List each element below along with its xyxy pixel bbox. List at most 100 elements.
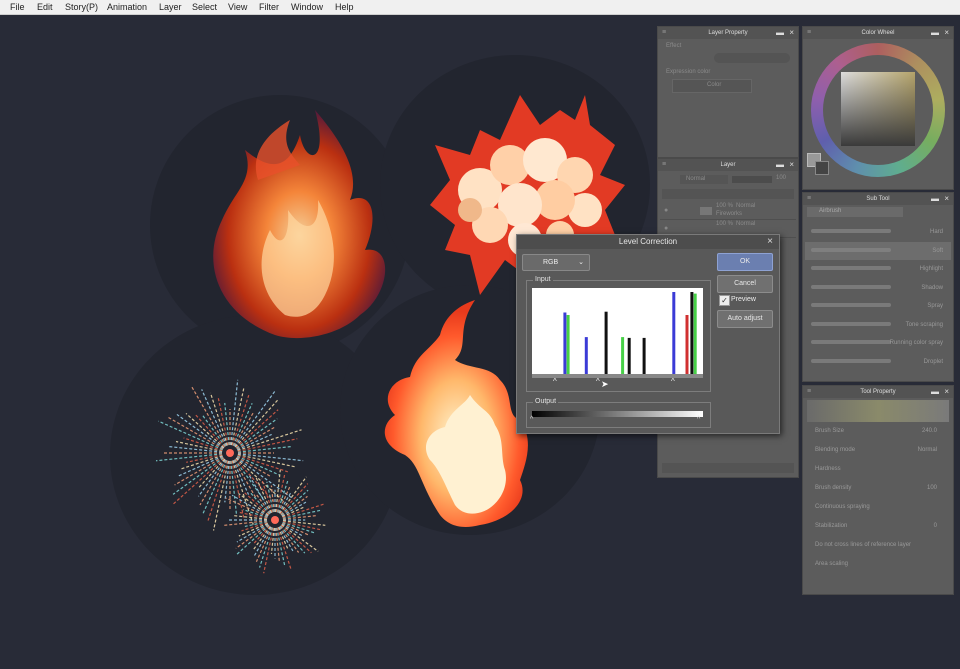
sub-tool-item[interactable]: Shadow (805, 279, 951, 297)
cancel-button[interactable]: Cancel (717, 275, 773, 293)
histogram-bar (621, 337, 625, 374)
expression-color-select[interactable]: Color (672, 79, 752, 93)
tool-property-row[interactable]: Brush Size 240.0 (805, 426, 951, 444)
preview-label: Preview (731, 296, 756, 303)
chevron-down-icon: ⌄ (578, 259, 584, 266)
histogram-bar (693, 293, 697, 374)
close-icon[interactable]: × (944, 27, 949, 39)
close-icon[interactable]: × (767, 235, 773, 249)
folder-icon (700, 207, 712, 215)
property-label: Hardness (815, 466, 841, 472)
tool-property-row[interactable]: Blending mode Normal (805, 445, 951, 463)
grip-icon[interactable]: ≡ (807, 193, 811, 205)
property-value: 100 (926, 485, 937, 491)
menu-filter[interactable]: Filter (259, 2, 279, 12)
fireworks-art (155, 379, 326, 574)
minimize-icon[interactable]: ▬ (931, 193, 939, 205)
minimize-icon[interactable]: ▬ (931, 27, 939, 39)
input-group: Input ^ ^ ^ ➤ (526, 276, 711, 392)
expression-color-label: Expression color (666, 69, 711, 75)
grip-icon[interactable]: ≡ (662, 159, 666, 171)
tool-property-row[interactable]: Brush density 100 (805, 483, 951, 501)
close-icon[interactable]: × (944, 386, 949, 398)
brush-stroke-icon (811, 229, 891, 233)
brush-stroke-icon (811, 358, 891, 363)
tool-property-row[interactable]: Hardness (805, 464, 951, 482)
brush-stroke-icon (811, 284, 891, 289)
property-label: Stabilization (815, 523, 848, 529)
layer-titlebar: ≡ Layer ▬ × (658, 159, 798, 171)
opacity-value: 100 (776, 175, 787, 181)
sub-color-swatch[interactable] (815, 161, 829, 175)
minimize-icon[interactable]: ▬ (931, 386, 939, 398)
layer-bottom-toolbar (662, 463, 794, 473)
grip-icon[interactable]: ≡ (807, 386, 811, 398)
channel-select[interactable]: RGB ⌄ (522, 254, 590, 271)
sub-tool-item[interactable]: Tone scraping (805, 316, 951, 334)
ok-button[interactable]: OK (717, 253, 773, 271)
output-white-handle-icon[interactable]: ^ (697, 416, 700, 423)
menu-story[interactable]: Story(P) (65, 2, 98, 12)
close-icon[interactable]: × (944, 193, 949, 205)
input-slider-track[interactable] (532, 374, 703, 378)
shadow-handle-icon[interactable]: ^ (553, 377, 557, 386)
menu-help[interactable]: Help (335, 2, 354, 12)
panel-title: Tool Property (860, 389, 896, 395)
saturation-square[interactable] (841, 72, 915, 146)
tool-property-row[interactable]: Do not cross lines of reference layer (805, 540, 951, 558)
grip-icon[interactable]: ≡ (807, 27, 811, 39)
histogram-bar (604, 311, 608, 374)
minimize-icon[interactable]: ▬ (776, 27, 784, 39)
histogram-bar (584, 337, 588, 374)
sub-tool-label: Spray (927, 303, 943, 309)
sub-tool-panel: ≡ Sub Tool ▬ × Airbrush Hard Soft Highligh… (802, 192, 954, 382)
tool-property-row[interactable]: Area scaling (805, 559, 951, 577)
brush-stroke-icon (811, 247, 891, 252)
histogram-bar (627, 337, 631, 374)
sub-tool-item[interactable]: Spray (805, 297, 951, 315)
menu-select[interactable]: Select (192, 2, 217, 12)
menu-animation[interactable]: Animation (107, 2, 147, 12)
grip-icon[interactable]: ≡ (662, 27, 666, 39)
midtone-handle-icon[interactable]: ^ (596, 377, 600, 386)
sub-tool-item[interactable]: Hard (805, 223, 951, 241)
sub-tool-label: Hard (929, 229, 943, 235)
preview-checkbox[interactable]: ✓ (719, 295, 730, 306)
brush-stroke-icon (811, 321, 891, 326)
dialog-title: Level Correction (618, 237, 678, 246)
layer-name: Fireworks (716, 211, 743, 217)
close-icon[interactable]: × (789, 27, 794, 39)
tool-property-row[interactable]: Stabilization 0 (805, 521, 951, 539)
sub-tool-item[interactable]: Soft (805, 241, 951, 260)
auto-adjust-button[interactable]: Auto adjust (717, 310, 773, 328)
close-icon[interactable]: × (789, 159, 794, 171)
minimize-icon[interactable]: ▬ (776, 159, 784, 171)
eye-icon[interactable]: ● (664, 225, 668, 232)
highlight-handle-icon[interactable]: ^ (671, 377, 675, 386)
layer-property-panel: ≡ Layer Property ▬ × Effect Expression c… (657, 26, 799, 158)
layer-row[interactable]: ● 100 % Normal Fireworks (660, 203, 796, 220)
sub-tool-group-tab[interactable]: Airbrush (807, 207, 903, 217)
histogram-bar (642, 337, 646, 374)
sub-tool-titlebar: ≡ Sub Tool ▬ × (803, 193, 953, 205)
output-black-handle-icon[interactable]: ^ (530, 416, 533, 423)
menu-bar: File Edit Story(P) Animation Layer Selec… (0, 0, 960, 15)
sub-tool-item[interactable]: Droplet (805, 353, 951, 371)
menu-view[interactable]: View (228, 2, 247, 12)
eye-icon[interactable]: ● (664, 207, 668, 214)
blend-mode-select[interactable]: Normal (680, 175, 728, 184)
histogram-bar (672, 292, 676, 374)
sub-tool-item[interactable]: Running color spray (805, 334, 951, 352)
tool-property-row[interactable]: Continuous spraying (805, 502, 951, 520)
histogram-bar (685, 315, 689, 374)
histogram-bar (563, 312, 567, 374)
menu-edit[interactable]: Edit (37, 2, 53, 12)
opacity-slider[interactable] (732, 176, 772, 183)
color-wheel-titlebar: ≡ Color Wheel ▬ × (803, 27, 953, 39)
menu-file[interactable]: File (10, 2, 25, 12)
menu-window[interactable]: Window (291, 2, 323, 12)
menu-layer[interactable]: Layer (159, 2, 182, 12)
output-group: Output ^ ^ (526, 398, 711, 428)
sub-tool-item[interactable]: Highlight (805, 260, 951, 278)
property-label: Blending mode (815, 447, 856, 453)
